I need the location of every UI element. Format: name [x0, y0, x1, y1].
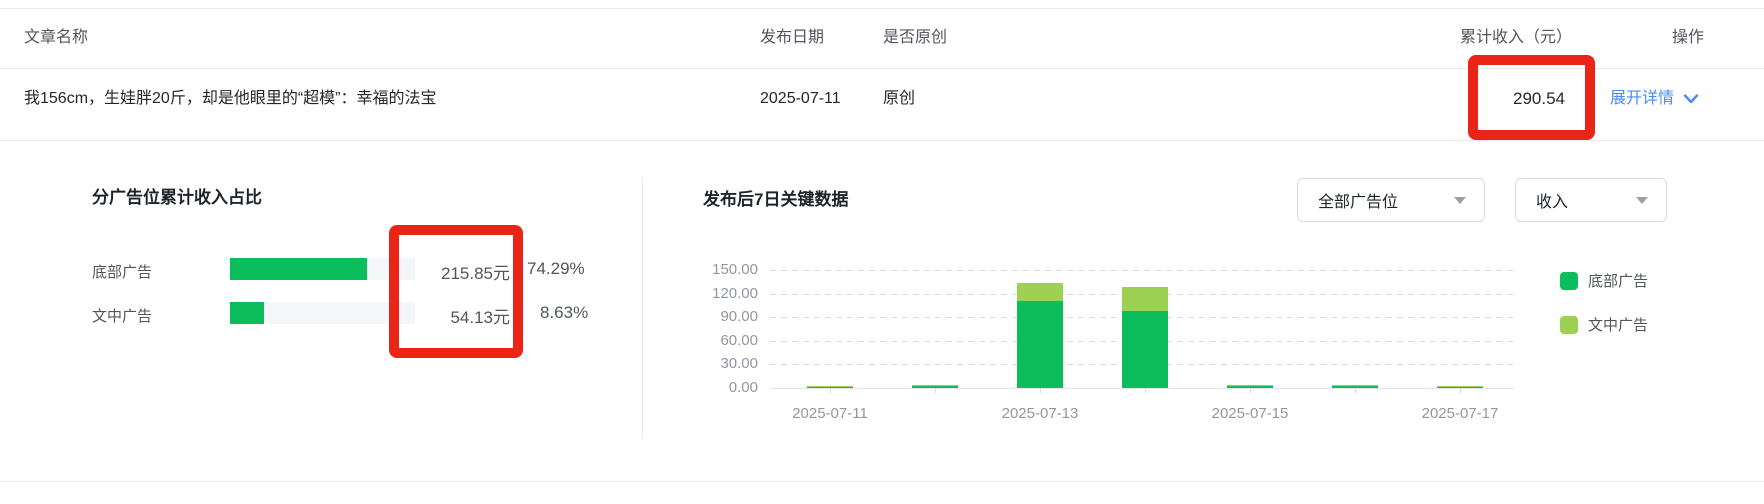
breakdown-amount: 215.85元 — [390, 259, 510, 284]
y-axis-tick-label: 150.00 — [688, 261, 758, 278]
total-revenue-value: 290.54 — [1415, 88, 1565, 110]
col-header-total-revenue: 累计收入（元） — [1372, 28, 1572, 48]
col-header-action: 操作 — [1672, 28, 1704, 48]
legend-label: 文中广告 — [1588, 314, 1648, 335]
legend-label: 底部广告 — [1588, 270, 1648, 291]
article-title: 我156cm，生娃胖20斤，却是他眼里的“超模”：幸福的法宝 — [24, 88, 436, 110]
y-axis-tick-label: 120.00 — [688, 285, 758, 302]
x-axis-line — [770, 388, 1515, 389]
stacked-bar-2025-07-14[interactable] — [1122, 238, 1168, 388]
x-axis-tick — [1460, 388, 1461, 393]
bar-segment-bottom-ad — [1122, 311, 1168, 388]
expand-details-link[interactable]: 展开详情 — [1610, 88, 1699, 110]
x-axis-tick — [1145, 388, 1146, 393]
col-header-article-name: 文章名称 — [24, 28, 88, 48]
y-axis-tick-label: 30.00 — [688, 355, 758, 372]
expand-details-label: 展开详情 — [1610, 88, 1674, 110]
breakdown-bar-track — [230, 258, 415, 280]
breakdown-label: 底部广告 — [92, 261, 152, 282]
breakdown-bar-track — [230, 302, 415, 324]
breakdown-label: 文中广告 — [92, 305, 152, 326]
breakdown-panel-title: 分广告位累计收入占比 — [92, 183, 262, 208]
x-axis-tick-label: 2025-07-17 — [1400, 405, 1520, 422]
stacked-bar-2025-07-11[interactable] — [807, 238, 853, 388]
x-axis-tick — [1250, 388, 1251, 393]
x-axis-tick-label: 2025-07-15 — [1190, 405, 1310, 422]
col-header-publish-date: 发布日期 — [760, 28, 824, 48]
legend-item-bottom-ad[interactable]: 底部广告 — [1560, 270, 1648, 291]
ad-position-dropdown[interactable]: 全部广告位 — [1297, 178, 1485, 222]
panel-divider — [642, 178, 643, 437]
breakdown-bar-fill — [230, 258, 367, 280]
y-axis-tick-label: 60.00 — [688, 332, 758, 349]
header-bottom-border — [0, 68, 1764, 69]
chevron-down-icon — [1636, 197, 1648, 204]
x-axis-tick — [935, 388, 936, 393]
highlight-box-breakdown-amounts — [389, 225, 523, 358]
col-header-is-original: 是否原创 — [883, 28, 947, 48]
bar-segment-bottom-ad — [1017, 301, 1063, 388]
stacked-bar-2025-07-15[interactable] — [1227, 238, 1273, 388]
chart-title: 发布后7日关键数据 — [703, 185, 848, 210]
y-axis-tick-label: 0.00 — [688, 379, 758, 396]
stacked-bar-2025-07-12[interactable] — [912, 238, 958, 388]
table-top-border — [0, 8, 1764, 9]
bar-segment-intext-ad — [1122, 287, 1168, 311]
ad-position-dropdown-value: 全部广告位 — [1318, 188, 1398, 212]
x-axis-tick — [830, 388, 831, 393]
section-bottom-border — [0, 481, 1764, 482]
publish-date-value: 2025-07-11 — [760, 88, 841, 110]
chevron-down-icon — [1454, 197, 1466, 204]
breakdown-bar-fill — [230, 302, 264, 324]
chevron-down-icon — [1683, 94, 1699, 104]
legend-item-intext-ad[interactable]: 文中广告 — [1560, 314, 1648, 335]
breakdown-percent: 74.29% — [527, 259, 585, 279]
x-axis-tick-label: 2025-07-11 — [770, 405, 890, 422]
x-axis-tick-label: 2025-07-13 — [980, 405, 1100, 422]
legend-swatch-lightgreen-icon — [1560, 316, 1578, 334]
metric-dropdown[interactable]: 收入 — [1515, 178, 1667, 222]
stacked-bar-2025-07-16[interactable] — [1332, 238, 1378, 388]
stacked-bar-2025-07-13[interactable] — [1017, 238, 1063, 388]
x-axis-tick — [1355, 388, 1356, 393]
bar-segment-intext-ad — [1017, 283, 1063, 301]
is-original-value: 原创 — [883, 88, 915, 110]
breakdown-amount: 54.13元 — [390, 303, 510, 328]
legend-swatch-green-icon — [1560, 272, 1578, 290]
breakdown-percent: 8.63% — [540, 303, 588, 323]
metric-dropdown-value: 收入 — [1536, 188, 1568, 212]
y-axis-tick-label: 90.00 — [688, 308, 758, 325]
stacked-bar-2025-07-17[interactable] — [1437, 238, 1483, 388]
row-bottom-border — [0, 140, 1764, 141]
x-axis-tick — [1040, 388, 1041, 393]
article-revenue-panel: 文章名称 发布日期 是否原创 累计收入（元） 操作 我156cm，生娃胖20斤，… — [0, 0, 1764, 504]
